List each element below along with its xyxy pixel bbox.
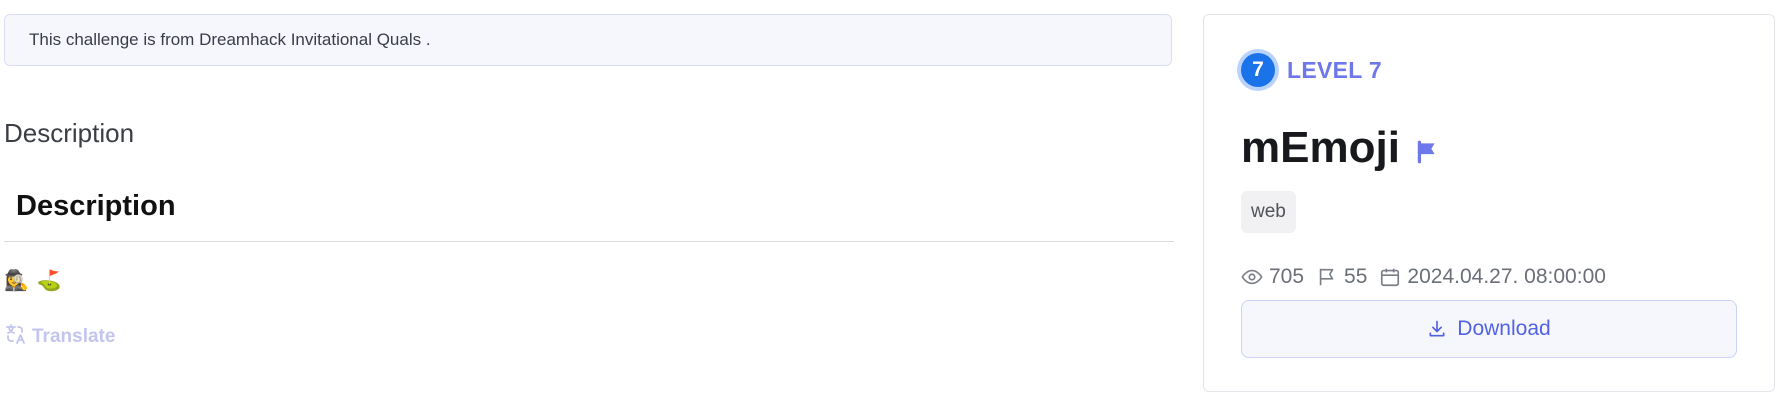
description-heading-text: Description [16, 190, 176, 222]
solves-flag-icon [1316, 266, 1338, 288]
date-stat: 2024.04.27. 08:00:00 [1379, 265, 1606, 289]
detective-emoji: 🕵️‍♀️ [4, 268, 29, 292]
title-row: mEmoji [1241, 123, 1440, 173]
translate-button[interactable]: Translate [4, 322, 115, 352]
description-heading: Description [4, 190, 1174, 242]
calendar-icon [1379, 266, 1401, 288]
download-icon [1427, 319, 1447, 339]
challenge-info-panel: 7 LEVEL 7 mEmoji web 705 55 2024.04.27. … [1203, 14, 1775, 392]
category-tag[interactable]: web [1241, 191, 1296, 233]
views-count: 705 [1269, 265, 1305, 288]
views-stat: 705 [1241, 265, 1304, 289]
challenge-stats: 705 55 2024.04.27. 08:00:00 [1241, 265, 1618, 289]
release-date: 2024.04.27. 08:00:00 [1407, 265, 1606, 288]
download-button[interactable]: Download [1241, 300, 1737, 358]
notice-text: This challenge is from Dreamhack Invitat… [29, 30, 431, 49]
level-label: LEVEL 7 [1287, 56, 1382, 83]
eye-icon [1241, 266, 1263, 288]
section-title: Description [4, 118, 135, 148]
challenge-title: mEmoji [1241, 123, 1400, 172]
translate-icon [4, 322, 28, 352]
translate-label: Translate [32, 326, 116, 347]
level-indicator: 7 LEVEL 7 [1241, 53, 1382, 87]
description-emojis: 🕵️‍♀️ ⛳ [4, 268, 62, 292]
solves-count: 55 [1344, 265, 1368, 288]
download-label: Download [1457, 317, 1551, 340]
challenge-notice: This challenge is from Dreamhack Invitat… [4, 14, 1172, 66]
golf-flag-emoji: ⛳ [36, 268, 62, 292]
flag-icon [1414, 131, 1440, 165]
level-badge: 7 [1241, 53, 1275, 87]
solves-stat: 55 [1316, 265, 1367, 289]
